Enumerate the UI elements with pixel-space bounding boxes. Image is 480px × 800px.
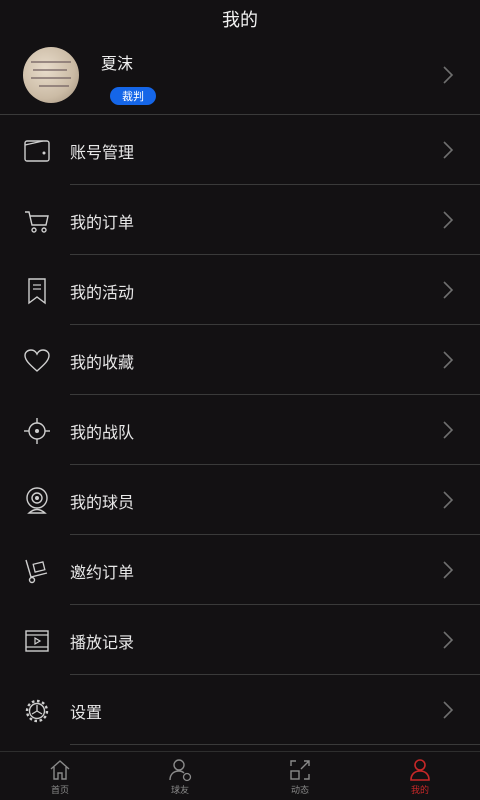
menu-label: 我的活动 [70,283,135,302]
tab-label: 球友 [170,786,189,796]
tab-label: 我的 [410,786,429,796]
hand-truck-icon [25,559,48,584]
menu-item-team[interactable]: 我的战队 [0,395,480,465]
user-add-icon [169,759,192,782]
chevron-right-icon [443,631,454,649]
chevron-right-icon [443,281,454,299]
chevron-right-icon [443,701,454,719]
bottom-tab-bar: 首页 球友 动态 我的 [0,751,480,800]
menu-list: 账号管理 我的订单 我的活动 我的收藏 我的战队 我的球员 邀约订单 播放记录 … [0,115,480,745]
chevron-right-icon [443,141,454,159]
chevron-right-icon [443,66,454,84]
chevron-right-icon [443,561,454,579]
page-title: 我的 [222,10,258,31]
gear-icon [25,699,49,723]
menu-label: 邀约订单 [70,563,135,582]
target-icon [24,418,50,444]
cart-icon [25,211,49,233]
heart-icon [24,349,50,372]
wallet-icon [24,140,50,162]
tab-dynamic[interactable]: 动态 [240,752,360,800]
menu-item-invites[interactable]: 邀约订单 [0,535,480,605]
menu-label: 账号管理 [70,143,135,162]
tab-mine[interactable]: 我的 [360,752,480,800]
dynamic-icon [290,760,310,780]
menu-label: 我的收藏 [70,353,135,372]
menu-label: 我的球员 [70,493,135,512]
avatar[interactable] [23,47,79,103]
chevron-right-icon [443,491,454,509]
menu-label: 我的战队 [70,423,135,442]
menu-item-account[interactable]: 账号管理 [0,115,480,185]
menu-label: 我的订单 [70,213,135,232]
divider [70,744,480,745]
top-bar: 我的 [0,0,480,38]
menu-label: 播放记录 [70,633,135,652]
role-badge: 裁判 [110,87,156,105]
menu-item-activities[interactable]: 我的活动 [0,255,480,325]
person-icon [410,759,430,781]
menu-item-players[interactable]: 我的球员 [0,465,480,535]
bookmark-icon [28,278,46,305]
chevron-right-icon [443,211,454,229]
menu-label: 设置 [70,703,103,722]
menu-item-history[interactable]: 播放记录 [0,605,480,675]
profile-name: 夏沫 [101,54,134,73]
video-icon [25,630,49,652]
chevron-right-icon [443,421,454,439]
menu-item-settings[interactable]: 设置 [0,675,480,745]
tab-home[interactable]: 首页 [0,752,120,800]
webcam-icon [26,487,48,514]
tab-friends[interactable]: 球友 [120,752,240,800]
tab-label: 动态 [290,786,309,796]
tab-label: 首页 [50,786,69,796]
menu-item-orders[interactable]: 我的订单 [0,185,480,255]
menu-item-favorites[interactable]: 我的收藏 [0,325,480,395]
home-icon [50,760,70,780]
profile-row[interactable]: 夏沫 裁判 [0,38,480,115]
chevron-right-icon [443,351,454,369]
